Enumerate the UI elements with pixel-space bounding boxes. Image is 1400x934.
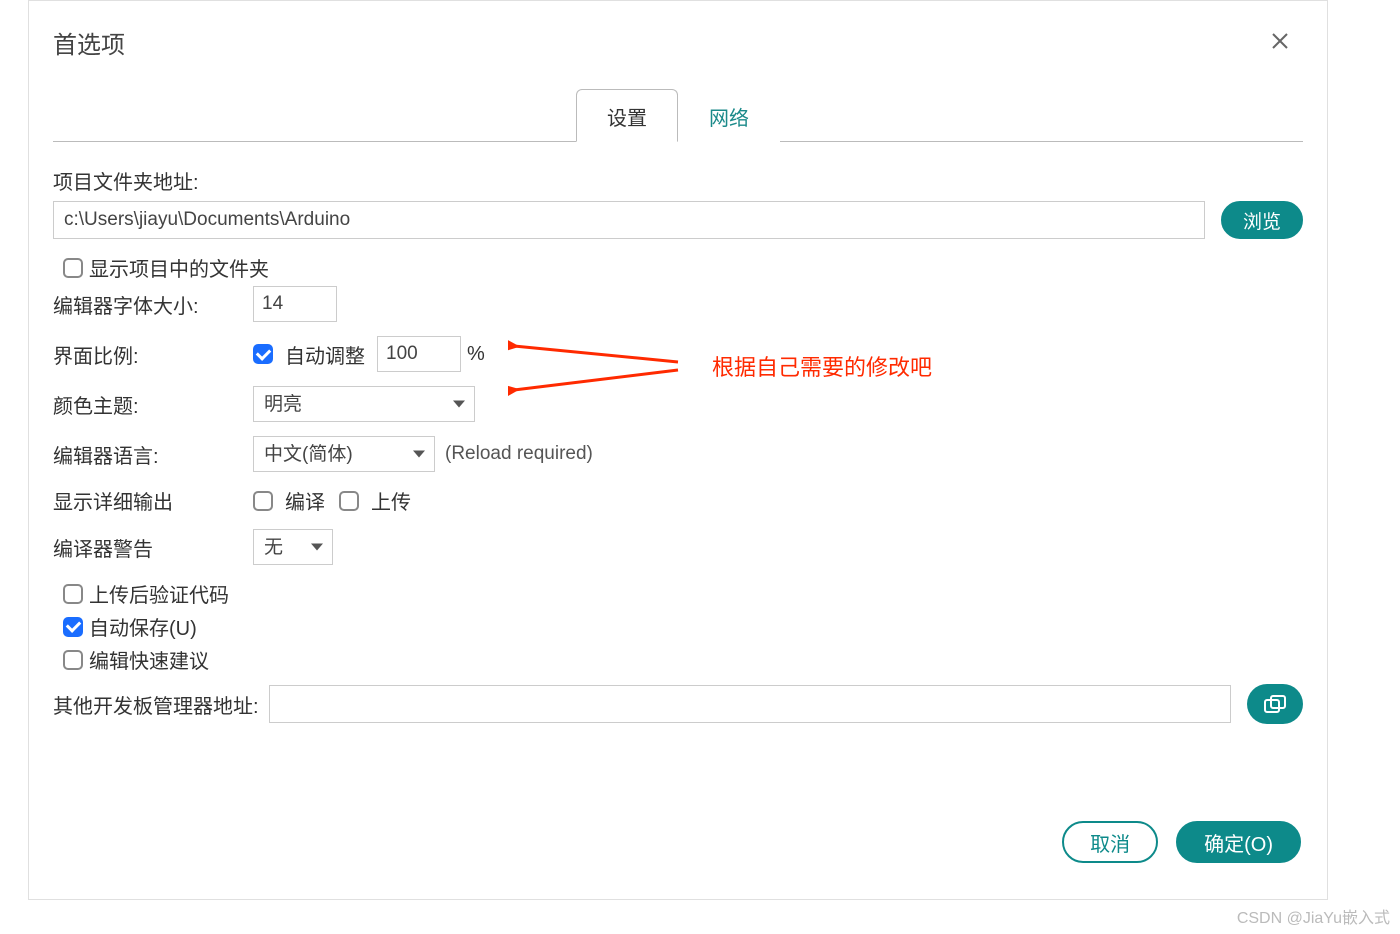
verbose-upload-checkbox[interactable] [339,491,359,511]
warnings-select[interactable]: 无 [253,529,333,565]
font-size-input[interactable] [253,286,337,322]
tab-bar: 设置 网络 [53,88,1303,142]
browse-button[interactable]: 浏览 [1221,201,1303,239]
verbose-compile-checkbox[interactable] [253,491,273,511]
settings-panel: 项目文件夹地址: 浏览 显示项目中的文件夹 编辑器字体大小: 界面比例: 自动调… [29,142,1327,724]
sketchbook-path-input[interactable] [53,201,1205,239]
quick-suggestions-row: 编辑快速建议 [63,645,1303,674]
theme-select[interactable]: 明亮 [253,386,475,422]
cancel-button[interactable]: 取消 [1062,821,1158,863]
theme-row: 颜色主题: 明亮 [53,386,1303,422]
boards-url-expand-button[interactable] [1247,684,1303,724]
scale-auto-label: 自动调整 [285,340,365,369]
scale-row: 界面比例: 自动调整 % [53,336,1303,372]
autosave-row: 自动保存(U) [63,612,1303,641]
sketchbook-input-row: 浏览 [53,201,1303,239]
language-select[interactable]: 中文(简体) [253,436,435,472]
verify-row: 上传后验证代码 [63,579,1303,608]
font-size-row: 编辑器字体大小: [53,286,1303,322]
verify-after-upload-checkbox[interactable] [63,584,83,604]
dialog-footer: 取消 确定(O) [1062,821,1301,863]
warnings-label: 编译器警告 [53,533,253,562]
autosave-label: 自动保存(U) [89,612,197,641]
watermark: CSDN @JiaYu嵌入式 [1237,904,1390,928]
boards-url-input[interactable] [269,685,1231,723]
quick-suggestions-label: 编辑快速建议 [89,645,209,674]
show-files-row: 显示项目中的文件夹 [63,253,1303,282]
show-files-label: 显示项目中的文件夹 [89,253,269,282]
scale-auto-checkbox[interactable] [253,344,273,364]
close-icon [1271,32,1289,50]
sketchbook-label: 项目文件夹地址: [53,166,199,195]
language-row: 编辑器语言: 中文(简体) (Reload required) [53,436,1303,472]
quick-suggestions-checkbox[interactable] [63,650,83,670]
font-size-label: 编辑器字体大小: [53,290,253,319]
verify-after-upload-label: 上传后验证代码 [89,579,229,608]
dialog-title: 首选项 [53,25,125,60]
show-files-checkbox[interactable] [63,258,83,278]
tab-network[interactable]: 网络 [678,89,780,142]
verbose-compile-label: 编译 [285,486,325,515]
sketchbook-row: 项目文件夹地址: [53,166,1303,195]
dialog-header: 首选项 [29,1,1327,68]
theme-label: 颜色主题: [53,390,253,419]
window-icon [1264,695,1286,713]
boards-url-label: 其他开发板管理器地址: [53,690,259,719]
scale-value-input[interactable] [377,336,461,372]
warnings-row: 编译器警告 无 [53,529,1303,565]
scale-label: 界面比例: [53,340,253,369]
autosave-checkbox[interactable] [63,617,83,637]
tab-settings[interactable]: 设置 [576,89,678,142]
verbose-label: 显示详细输出 [53,486,253,515]
reload-hint: (Reload required) [445,443,593,465]
verbose-upload-label: 上传 [371,486,411,515]
ok-button[interactable]: 确定(O) [1176,821,1301,863]
scale-percent-label: % [467,343,485,366]
preferences-dialog: 首选项 设置 网络 项目文件夹地址: 浏览 显示项目中的文件夹 编辑器字体大小:… [28,0,1328,900]
close-button[interactable] [1263,26,1297,60]
language-label: 编辑器语言: [53,440,253,469]
verbose-row: 显示详细输出 编译 上传 [53,486,1303,515]
boards-url-row: 其他开发板管理器地址: [53,684,1303,724]
